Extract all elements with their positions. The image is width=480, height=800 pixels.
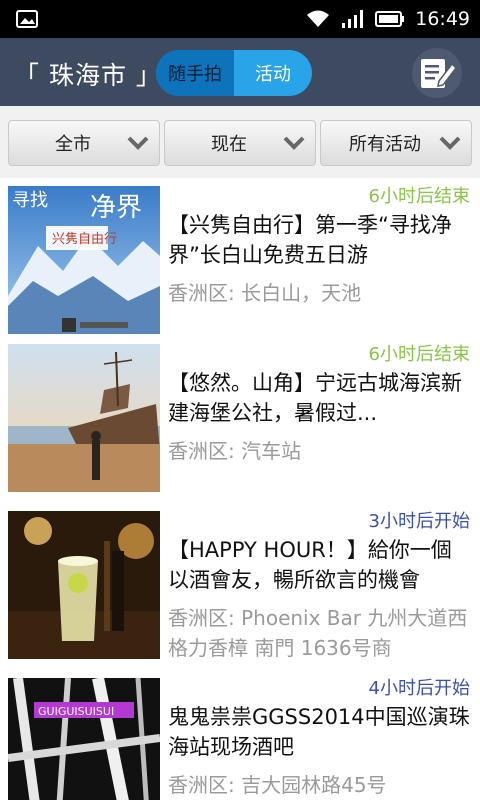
event-title: 【HAPPY HOUR！】給你一個以酒會友，暢所欲言的機會 [168,538,452,592]
event-thumbnail [8,344,160,492]
event-title: 【悠然。山角】宁远古城海滨新建海堡公社，暑假过... [168,371,462,425]
filter-bar: 全市 现在 所有活动 [0,106,480,178]
image-text: 寻找 [12,190,48,211]
image-notification-icon [16,10,38,28]
clock: 16:49 [415,8,470,30]
event-location: 香洲区: 长白山，天池 [168,281,362,305]
event-thumbnail: 寻找 净界 兴隽自由行 [8,186,160,334]
event-location: 香洲区: 吉大园林路45号 [168,773,387,797]
event-location: 香洲区: Phoenix Bar 九州大道西格力香樟 南門 1636号商 [168,606,468,660]
event-thumbnail [8,511,160,659]
filter-time-dropdown[interactable]: 现在 [164,120,316,166]
filter-type-dropdown[interactable]: 所有活动 [320,120,472,166]
image-text: GUIGUISUISUI [38,705,114,718]
event-item[interactable]: 寻找 净界 兴隽自由行 6小时后结束 【兴隽自由行】第一季“寻找净界”长白山免费… [0,178,480,346]
battery-icon [375,11,405,27]
event-title: 鬼鬼祟祟GGSS2014中国巡演珠海站现场酒吧 [168,705,470,759]
event-status: 6小时后结束 [368,186,470,207]
status-bar: 16:49 [0,0,480,38]
event-item[interactable]: GUIGUISUISUI 4小时后开始 鬼鬼祟祟GGSS2014中国巡演珠海站现… [0,670,480,800]
signal-icon [342,10,364,28]
event-item[interactable]: 6小时后结束 【悠然。山角】宁远古城海滨新建海堡公社，暑假过... 香洲区: 汽… [0,336,480,504]
title-bar: 「 珠海市 」 随手拍 活动 [0,38,480,106]
event-title: 【兴隽自由行】第一季“寻找净界”长白山免费五日游 [168,213,452,267]
filter-area-dropdown[interactable]: 全市 [8,120,160,166]
event-item[interactable]: 3小时后开始 【HAPPY HOUR！】給你一個以酒會友，暢所欲言的機會 香洲区… [0,503,480,671]
event-status: 4小时后开始 [368,678,470,699]
event-location: 香洲区: 汽车站 [168,439,302,463]
filter-area-label: 全市 [55,134,91,155]
event-thumbnail: GUIGUISUISUI [8,678,160,800]
chevron-down-icon [127,136,149,150]
chevron-down-icon [283,136,305,150]
event-status: 3小时后开始 [368,511,470,532]
tab-snapshot[interactable]: 随手拍 [156,50,234,96]
edit-note-icon [421,59,457,88]
tab-events[interactable]: 活动 [234,50,312,96]
image-text: 净界 [90,193,142,223]
filter-time-label: 现在 [211,134,247,155]
wifi-icon [307,10,330,27]
filter-type-label: 所有活动 [349,134,421,155]
image-text: 兴隽自由行 [52,231,117,247]
event-list: 寻找 净界 兴隽自由行 6小时后结束 【兴隽自由行】第一季“寻找净界”长白山免费… [0,178,480,800]
event-status: 6小时后结束 [368,344,470,365]
city-selector[interactable]: 「 珠海市 」 [14,56,162,92]
chevron-down-icon [439,136,461,150]
compose-button[interactable] [412,48,462,98]
mode-toggle: 随手拍 活动 [156,50,312,96]
